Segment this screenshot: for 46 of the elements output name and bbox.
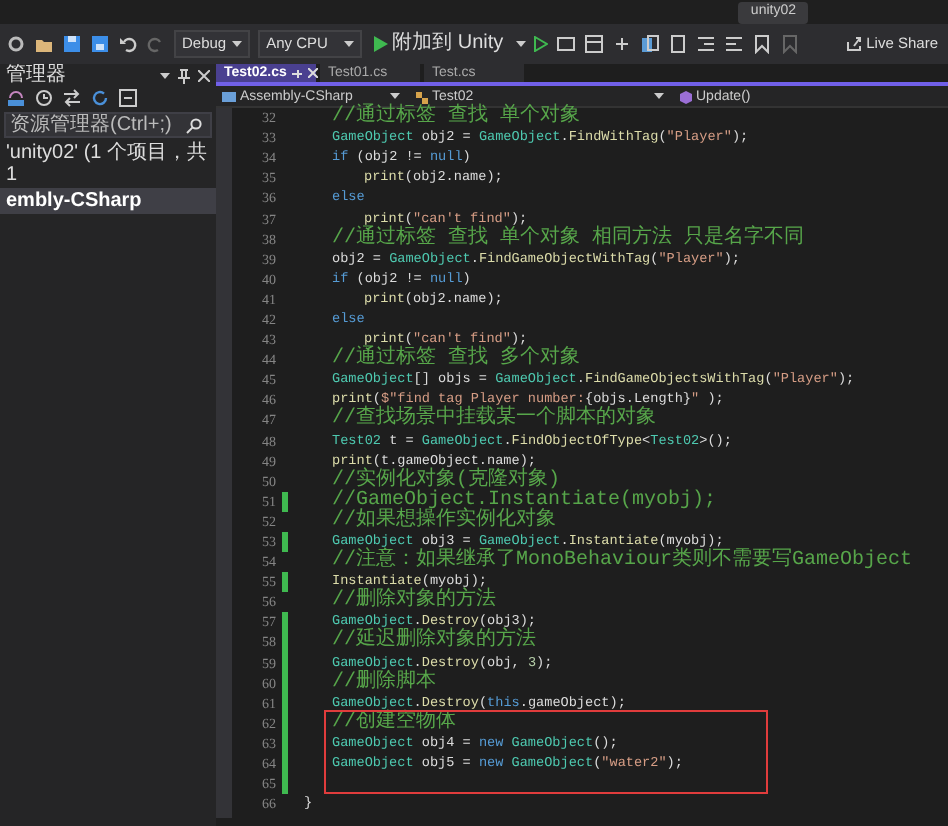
- code-comment: //实例化对象(克隆对象): [330, 471, 561, 492]
- code-comment: //GameObject.Instantiate(myobj);: [330, 491, 717, 512]
- code-comment: //删除脚本: [330, 673, 437, 694]
- collapse-icon[interactable]: [118, 88, 138, 108]
- search-icon[interactable]: [186, 117, 202, 133]
- caret-icon[interactable]: [654, 92, 664, 100]
- caret-icon[interactable]: [344, 40, 355, 48]
- play-icon: [374, 36, 389, 52]
- code-comment: //通过标签 查找 单个对象 相同方法 只是名字不同: [330, 229, 805, 250]
- files-icon[interactable]: [639, 34, 660, 54]
- code-comment: //延迟删除对象的方法: [330, 632, 537, 653]
- refresh-icon[interactable]: [90, 88, 110, 108]
- code-comment: //通过标签 查找 多个对象: [330, 350, 581, 371]
- code-comment: //查找场景中挂载某一个脚本的对象: [330, 410, 657, 431]
- undo-icon[interactable]: [118, 34, 138, 54]
- redo-icon[interactable]: [146, 34, 166, 54]
- layout-icon[interactable]: [583, 34, 604, 54]
- window-icon[interactable]: [555, 34, 576, 54]
- method-icon: [678, 89, 692, 103]
- clock-icon[interactable]: [34, 88, 54, 108]
- run-button[interactable]: 附加到 Unity: [370, 32, 508, 56]
- play-outline-icon[interactable]: [533, 36, 548, 52]
- indent-icon[interactable]: [695, 34, 716, 54]
- close-icon[interactable]: [308, 68, 319, 78]
- tree-item[interactable]: 'unity02' (1 个项目，共 1: [0, 140, 216, 188]
- share-icon: [846, 36, 863, 52]
- project-icon: [222, 89, 236, 103]
- code-comment: //通过标签 查找 单个对象: [330, 108, 581, 129]
- code-comment: //删除对象的方法: [330, 592, 497, 613]
- panel-title: 管理器: [6, 64, 66, 86]
- document-icon[interactable]: [667, 34, 688, 54]
- caret-icon[interactable]: [160, 71, 170, 79]
- caret-icon[interactable]: [515, 40, 526, 48]
- caret-icon[interactable]: [390, 92, 400, 100]
- search-field[interactable]: 资源管理器(Ctrl+;): [4, 112, 212, 138]
- tree-item[interactable]: embly-CSharp: [0, 188, 216, 214]
- close-icon[interactable]: [198, 69, 210, 81]
- switch-icon[interactable]: [62, 88, 82, 108]
- save-icon[interactable]: [62, 34, 82, 54]
- class-icon: [414, 89, 428, 103]
- save-all-icon[interactable]: [90, 34, 110, 54]
- caret-icon[interactable]: [232, 40, 243, 48]
- outdent-icon[interactable]: [723, 34, 744, 54]
- code-comment: //注意：如果继承了MonoBehaviour类则不需要写GameObject: [330, 552, 913, 573]
- code-comment: //如果想操作实例化对象: [330, 511, 557, 532]
- folder-icon[interactable]: [34, 34, 54, 54]
